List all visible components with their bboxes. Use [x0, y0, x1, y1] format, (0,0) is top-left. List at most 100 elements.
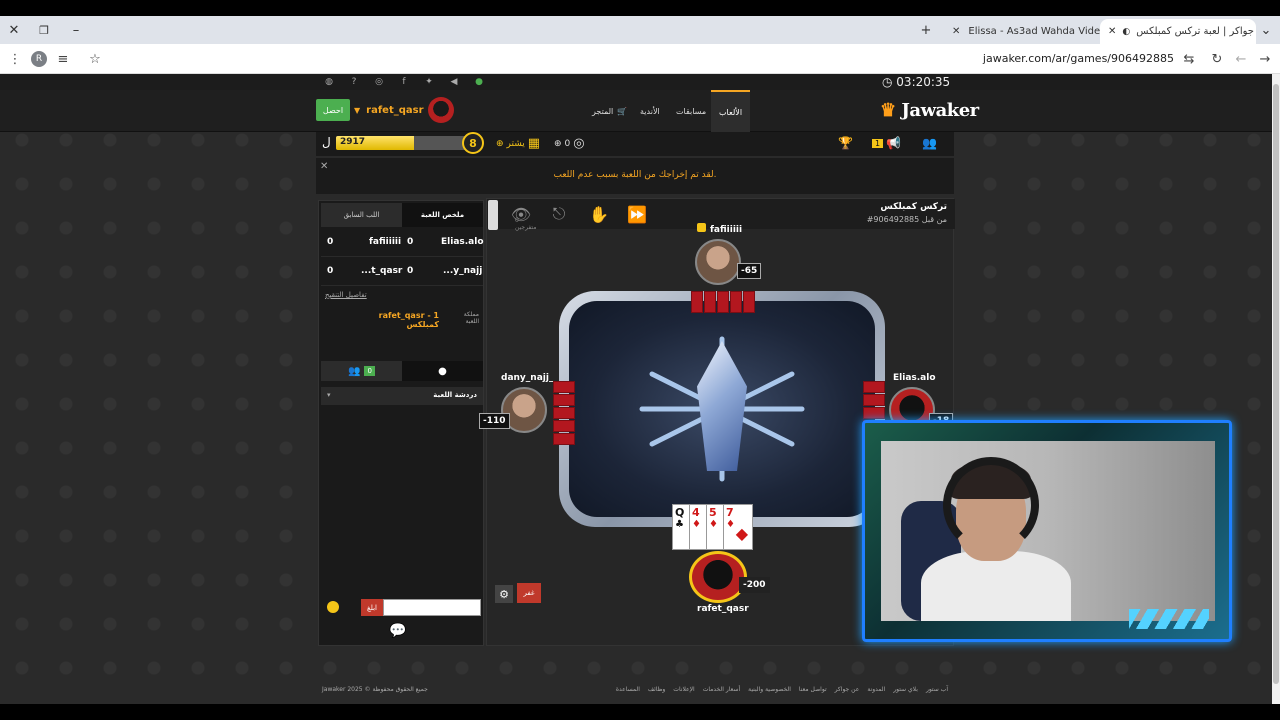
controller-icon[interactable]: ●	[472, 76, 486, 88]
top-player-label: fafiiiiii	[710, 225, 743, 235]
tab-previous-trick[interactable]: اللب السابق	[321, 203, 402, 227]
send-button[interactable]: ابلغ	[361, 599, 383, 616]
facebook-icon[interactable]: f	[397, 76, 411, 88]
my-name: rafet_qasr	[697, 604, 749, 614]
hand-raise-icon[interactable]: ✋	[579, 199, 619, 229]
tab-elissa[interactable]: ✕ Elissa - As3ad Wahda Video	[944, 19, 1100, 44]
card-rank: 4	[692, 506, 700, 519]
menu-icon[interactable]: ⋮	[4, 48, 26, 70]
page-scrollbar[interactable]	[1272, 74, 1280, 704]
reading-list-icon[interactable]: ≡	[52, 48, 74, 70]
footer-link[interactable]: الخصوصية والبنية	[748, 686, 791, 693]
settings-gear-icon[interactable]: ⚙	[495, 585, 513, 603]
footer-link[interactable]: بلاي ستور	[893, 686, 918, 693]
site-settings-icon[interactable]: ⇆	[1178, 48, 1200, 70]
details-link[interactable]: تفاصيل التنقيح	[325, 291, 367, 299]
score-row: 0 fafiiiiii 0 Elias.alo	[321, 229, 484, 257]
tab-close-icon[interactable]: ✕	[952, 26, 960, 37]
nav-tournaments[interactable]: مسابقات	[668, 90, 714, 132]
nav-store[interactable]: المتجر 🛒	[584, 90, 635, 132]
site-utility-strip: ◍ ? ◎ f ✦ ◀ ● ◷ 03:20:35	[0, 74, 1272, 90]
new-tab-icon[interactable]: +	[912, 16, 940, 44]
chat-input[interactable]	[383, 599, 481, 616]
top-player-avatar[interactable]	[695, 239, 741, 285]
hand-card[interactable]: 4 ♦	[689, 504, 707, 550]
chat-header[interactable]: ▾ دردشة اللعبة	[321, 387, 483, 405]
chat-bubbles-icon[interactable]: 💬	[389, 623, 406, 639]
instagram-icon[interactable]: ◎	[372, 76, 386, 88]
sound-icon[interactable]: ◀	[447, 76, 461, 88]
footer-link[interactable]: آب ستور	[926, 686, 948, 693]
hand-card[interactable]: 5 ♦	[706, 504, 724, 550]
bookmark-star-icon[interactable]: ☆	[84, 48, 106, 70]
add-tokens-icon[interactable]: ⊕	[554, 139, 562, 149]
tab-game-summary[interactable]: ملخص اللعبة	[402, 203, 483, 227]
logo-mark: ♛	[880, 100, 902, 121]
url-field[interactable]: jawaker.com/ar/games/906492885	[983, 52, 1174, 65]
left-player-cards	[553, 381, 575, 445]
friends-icon: 👥	[348, 365, 361, 377]
footer-link[interactable]: الإعلانات	[673, 686, 694, 693]
mini-scroll[interactable]	[488, 200, 498, 230]
level-badge[interactable]: 8	[462, 132, 484, 154]
hand-card[interactable]: 7 ♦ ◆	[723, 504, 753, 550]
nav-clubs[interactable]: الأندية	[632, 90, 668, 132]
tab-chat[interactable]: ●	[402, 361, 483, 381]
notifications[interactable]: 1 📢	[872, 136, 901, 150]
friends-group-icon: 👥	[922, 136, 937, 150]
webcam-video	[881, 441, 1215, 621]
spectators-eye-icon[interactable]: 👁 0 متفرجين	[501, 199, 541, 232]
hand-card[interactable]: Q ♣	[672, 504, 690, 550]
top-player-name: fafiiiiii	[697, 223, 742, 235]
tab-jawaker[interactable]: ✕ ◐ جواكر | لعبة تركس كمبلكس	[1100, 19, 1256, 44]
user-avatar[interactable]	[427, 97, 454, 123]
clock-time: 03:20:35	[896, 75, 951, 89]
scrollbar-thumb[interactable]	[1273, 84, 1279, 684]
megaphone-icon: 📢	[886, 136, 902, 150]
buy-button[interactable]: احصل	[316, 99, 350, 121]
card-rank: 7	[726, 506, 734, 519]
streamer-shirt	[921, 551, 1071, 621]
chat-title: دردشة اللعبة	[433, 391, 477, 399]
tokens-stat[interactable]: ⊕ 0 ◎	[554, 136, 585, 151]
tab-search-icon[interactable]: ⌄	[1252, 16, 1280, 44]
chevron-down-icon[interactable]: ▾	[327, 391, 331, 399]
coins-stat[interactable]: ⊕ يشتر ▦	[496, 136, 540, 151]
back-icon[interactable]: →	[1254, 48, 1276, 70]
forward-icon[interactable]: ←	[1230, 48, 1252, 70]
webcam-overlay	[862, 420, 1232, 642]
exit-door-icon[interactable]: ⎋	[539, 199, 579, 229]
tab-friends[interactable]: 👥 0	[321, 361, 402, 381]
help-icon[interactable]: ?	[347, 76, 361, 88]
main-navbar: ♛ Jawaker الألعاب مسابقات الأندية المتجر…	[0, 90, 1272, 132]
footer-link[interactable]: المدونة	[867, 686, 885, 693]
nav-games[interactable]: الألعاب	[711, 90, 751, 132]
audio-icon: ◐	[1122, 26, 1131, 37]
tab-close-icon[interactable]: ✕	[1108, 26, 1116, 37]
close-window-icon[interactable]: ✕	[0, 16, 28, 44]
profile-avatar[interactable]: R	[31, 51, 47, 67]
forgive-button[interactable]: غفر	[517, 583, 541, 603]
jawaker-logo[interactable]: ♛ Jawaker	[880, 100, 979, 121]
footer-link[interactable]: وظائف	[648, 686, 665, 693]
footer-link[interactable]: تواصل معنا	[799, 686, 827, 693]
token-icon: ◎	[573, 136, 585, 151]
clock-icon: ◷	[882, 75, 897, 89]
reload-icon[interactable]: ↻	[1206, 48, 1228, 70]
minimize-window-icon[interactable]: –	[62, 16, 90, 44]
username[interactable]: rafet_qasr	[366, 105, 423, 116]
footer-link[interactable]: المساعدة	[616, 686, 640, 693]
twitter-icon[interactable]: ✦	[422, 76, 436, 88]
footer-link[interactable]: عن جواكر	[835, 686, 860, 693]
score-value: 0	[327, 266, 334, 276]
chevron-down-icon[interactable]: ▼	[354, 106, 360, 115]
add-coins-icon[interactable]: ⊕	[496, 139, 504, 149]
emoji-icon[interactable]	[327, 601, 339, 613]
footer-link[interactable]: أسعار الخدمات	[703, 686, 740, 693]
restore-window-icon[interactable]: ❐	[30, 16, 58, 44]
trophy-icon[interactable]: 🏆	[838, 136, 853, 150]
friends-icon[interactable]: 👥	[922, 136, 937, 150]
fast-forward-icon[interactable]: ⏩	[617, 199, 657, 229]
globe-icon[interactable]: ◍	[322, 76, 336, 88]
diamond-pip-icon: ◆	[735, 524, 748, 543]
